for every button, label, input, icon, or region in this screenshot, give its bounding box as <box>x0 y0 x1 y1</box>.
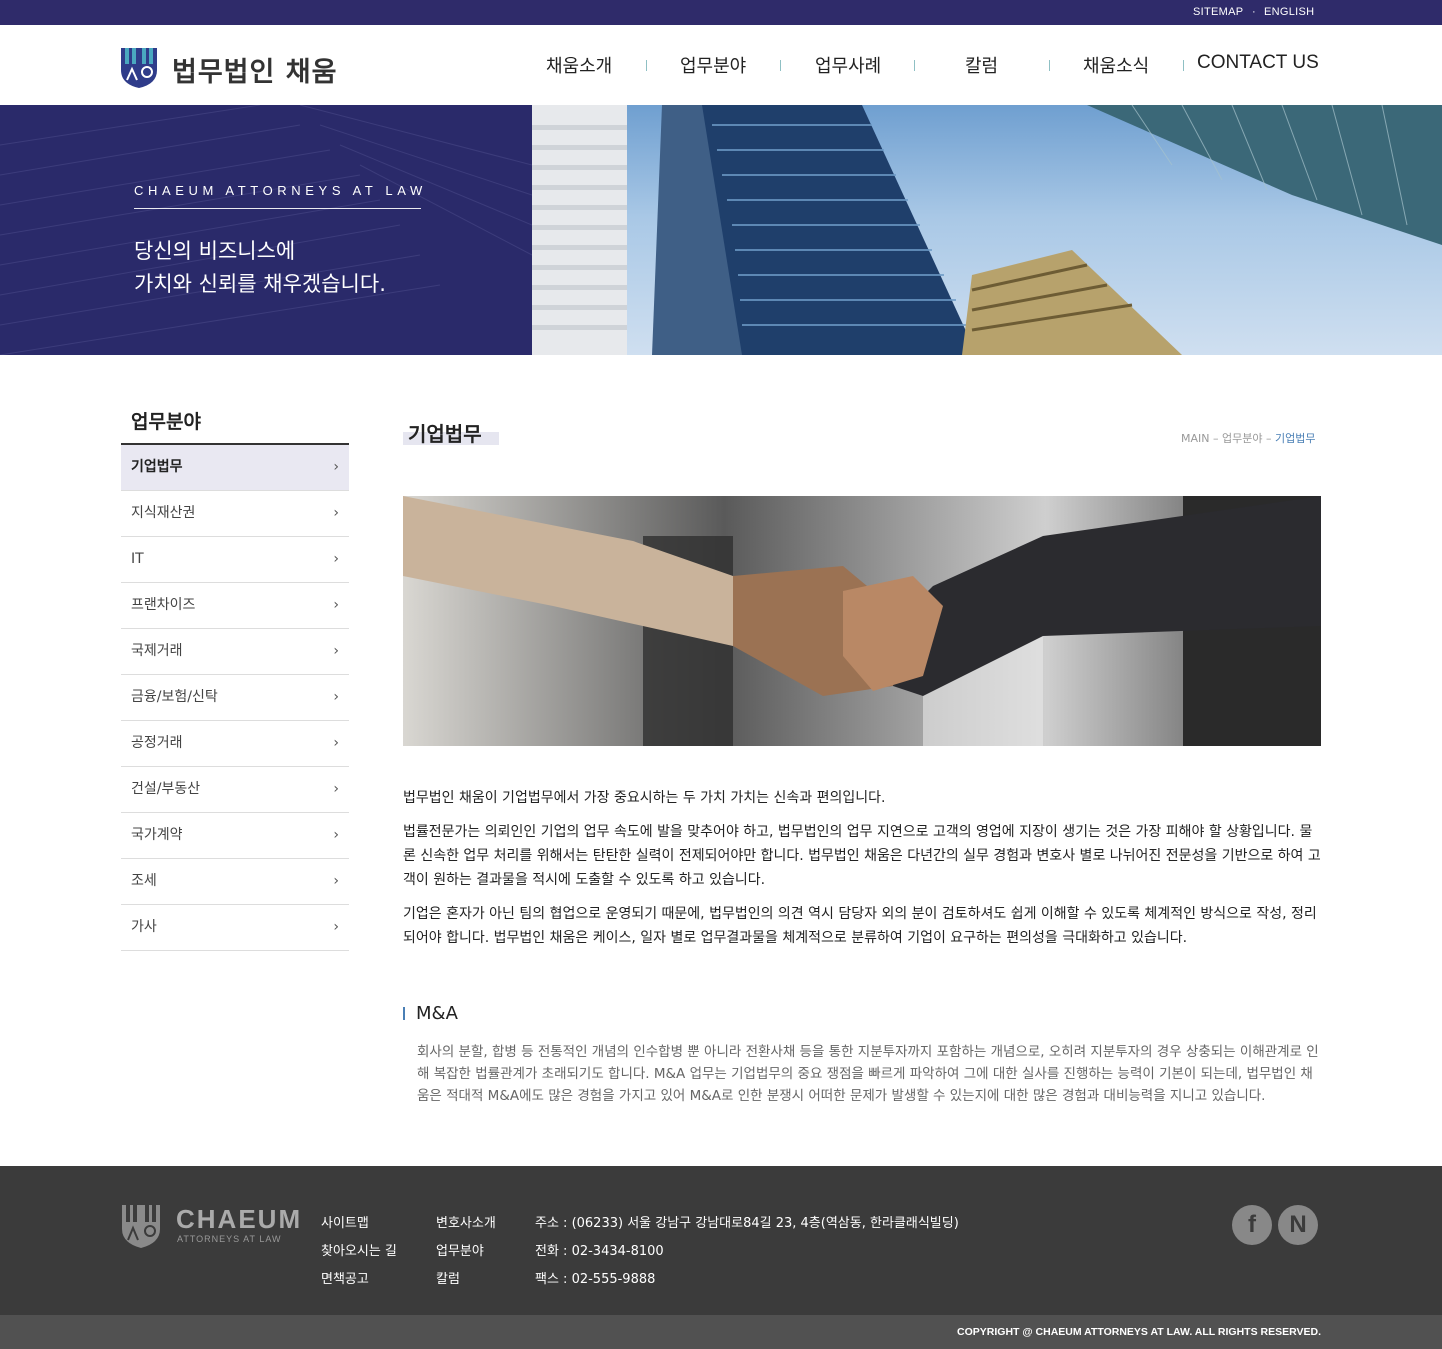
logo-icon[interactable] <box>120 48 158 88</box>
chevron-right-icon: › <box>333 735 339 751</box>
footer-link-column[interactable]: 칼럼 <box>436 1268 460 1287</box>
naver-blog-icon[interactable]: N <box>1278 1205 1318 1245</box>
footer-link-practice-areas[interactable]: 업무분야 <box>436 1240 484 1259</box>
hero-building-photo <box>532 105 1442 355</box>
nav-item-cases[interactable]: 업무사례 <box>815 52 881 78</box>
handshake-image <box>403 496 1321 746</box>
footer-logo-text[interactable]: CHAEUM <box>176 1204 302 1235</box>
chevron-right-icon: › <box>333 551 339 567</box>
breadcrumb-section[interactable]: 업무분야 <box>1222 432 1262 445</box>
chevron-right-icon: › <box>333 597 339 613</box>
nav-item-contact[interactable]: CONTACT US <box>1197 52 1319 74</box>
nav-divider <box>1183 60 1184 71</box>
sidebar-item-label: IT <box>131 551 144 567</box>
sidebar-item-label: 프랜차이즈 <box>131 597 196 613</box>
ma-section-text: 회사의 분할, 합병 등 전통적인 개념의 인수합병 뿐 아니라 전환사채 등을… <box>417 1044 1319 1104</box>
sidebar-item-ip[interactable]: 지식재산권 › <box>121 491 349 537</box>
section-marker <box>403 1007 405 1020</box>
footer-logo-subtitle: ATTORNEYS AT LAW <box>177 1234 282 1244</box>
footer-link-disclaimer[interactable]: 면책공고 <box>321 1268 369 1287</box>
breadcrumb-main[interactable]: MAIN <box>1181 432 1210 445</box>
sidebar-title: 업무분야 <box>131 411 201 433</box>
ma-section-title: M&A <box>416 1003 458 1024</box>
nav-divider <box>1049 60 1050 71</box>
sidebar-item-label: 공정거래 <box>131 735 183 751</box>
chevron-right-icon: › <box>333 781 339 797</box>
separator-dot: · <box>1252 6 1256 18</box>
footer-link-directions[interactable]: 찾아오시는 길 <box>321 1240 397 1259</box>
sidebar-item-family[interactable]: 가사 › <box>121 905 349 951</box>
copyright-text: COPYRIGHT @ CHAEUM ATTORNEYS AT LAW. ALL… <box>957 1326 1321 1338</box>
sitemap-link[interactable]: SITEMAP <box>1193 6 1243 18</box>
top-utility-bar: SITEMAP · ENGLISH <box>0 0 1442 25</box>
hero-heading-line1: 당신의 비즈니스에 <box>134 239 296 263</box>
page-title: 기업법무 <box>408 422 482 446</box>
footer-address: 주소 : (06233) 서울 강남구 강남대로84길 23, 4층(역삼동, … <box>535 1216 959 1231</box>
sidebar-item-label: 지식재산권 <box>131 505 196 521</box>
footer-logo-icon[interactable] <box>121 1205 161 1248</box>
facebook-icon[interactable]: f <box>1232 1205 1272 1245</box>
sidebar-item-label: 국가계약 <box>131 827 183 843</box>
sidebar-menu: 기업법무 › 지식재산권 › IT › 프랜차이즈 › 국제거래 › 금융/보험/신탁 › … <box>121 443 349 951</box>
nav-item-practice-areas[interactable]: 업무분야 <box>680 52 746 78</box>
chevron-right-icon: › <box>333 459 339 475</box>
hero-divider <box>134 208 421 209</box>
chevron-right-icon: › <box>333 919 339 935</box>
sidebar-item-construction[interactable]: 건설/부동산 › <box>121 767 349 813</box>
nav-item-news[interactable]: 채움소식 <box>1083 52 1149 78</box>
hero-heading-line2: 가치와 신뢰를 채우겠습니다. <box>134 272 386 296</box>
nav-item-about[interactable]: 채움소개 <box>546 52 612 78</box>
footer-fax: 팩스 : 02-555-9888 <box>535 1272 656 1287</box>
sidebar-item-tax[interactable]: 조세 › <box>121 859 349 905</box>
nav-divider <box>914 60 915 71</box>
hero-tagline: CHAEUM ATTORNEYS AT LAW <box>134 183 427 198</box>
chevron-right-icon: › <box>333 643 339 659</box>
breadcrumb-separator: – <box>1213 432 1219 445</box>
sidebar-item-finance[interactable]: 금융/보험/신탁 › <box>121 675 349 721</box>
footer-link-lawyers[interactable]: 변호사소개 <box>436 1212 496 1231</box>
sidebar-item-label: 기업법무 <box>131 459 183 475</box>
sidebar-item-label: 국제거래 <box>131 643 183 659</box>
chevron-right-icon: › <box>333 827 339 843</box>
sidebar-item-government-contract[interactable]: 국가계약 › <box>121 813 349 859</box>
breadcrumb: MAIN – 업무분야 – 기업법무 <box>1181 430 1315 446</box>
intro-paragraph-3: 기업은 혼자가 아닌 팀의 협업으로 운영되기 때문에, 법무법인의 의견 역시… <box>403 906 1317 946</box>
sidebar-item-franchise[interactable]: 프랜차이즈 › <box>121 583 349 629</box>
footer-link-sitemap[interactable]: 사이트맵 <box>321 1212 369 1231</box>
nav-divider <box>780 60 781 71</box>
logo-text[interactable]: 법무법인 채움 <box>172 50 337 89</box>
sidebar-item-it[interactable]: IT › <box>121 537 349 583</box>
breadcrumb-current: 기업법무 <box>1274 432 1316 445</box>
nav-item-column[interactable]: 칼럼 <box>965 52 998 78</box>
sidebar-item-international-trade[interactable]: 국제거래 › <box>121 629 349 675</box>
chevron-right-icon: › <box>333 873 339 889</box>
english-link[interactable]: ENGLISH <box>1264 6 1314 18</box>
hero-navy-panel <box>0 105 532 355</box>
chevron-right-icon: › <box>333 689 339 705</box>
sidebar-item-label: 조세 <box>131 873 157 889</box>
footer-phone: 전화 : 02-3434-8100 <box>535 1244 664 1259</box>
sidebar-item-fair-trade[interactable]: 공정거래 › <box>121 721 349 767</box>
intro-paragraph-1: 법무법인 채움이 기업법무에서 가장 중요시하는 두 가치 가치는 신속과 편의… <box>403 790 886 806</box>
breadcrumb-separator: – <box>1265 432 1272 445</box>
sidebar-item-label: 건설/부동산 <box>131 781 201 797</box>
chevron-right-icon: › <box>333 505 339 521</box>
intro-paragraph-2: 법률전문가는 의뢰인인 기업의 업무 속도에 발을 맞추어야 하고, 법무법인의… <box>403 824 1321 888</box>
sidebar-item-label: 가사 <box>131 919 157 935</box>
sidebar-item-label: 금융/보험/신탁 <box>131 689 218 705</box>
nav-divider <box>646 60 647 71</box>
hero-banner: CHAEUM ATTORNEYS AT LAW 당신의 비즈니스에 가치와 신뢰… <box>0 105 1442 355</box>
sidebar-item-corporate[interactable]: 기업법무 › <box>121 445 349 491</box>
